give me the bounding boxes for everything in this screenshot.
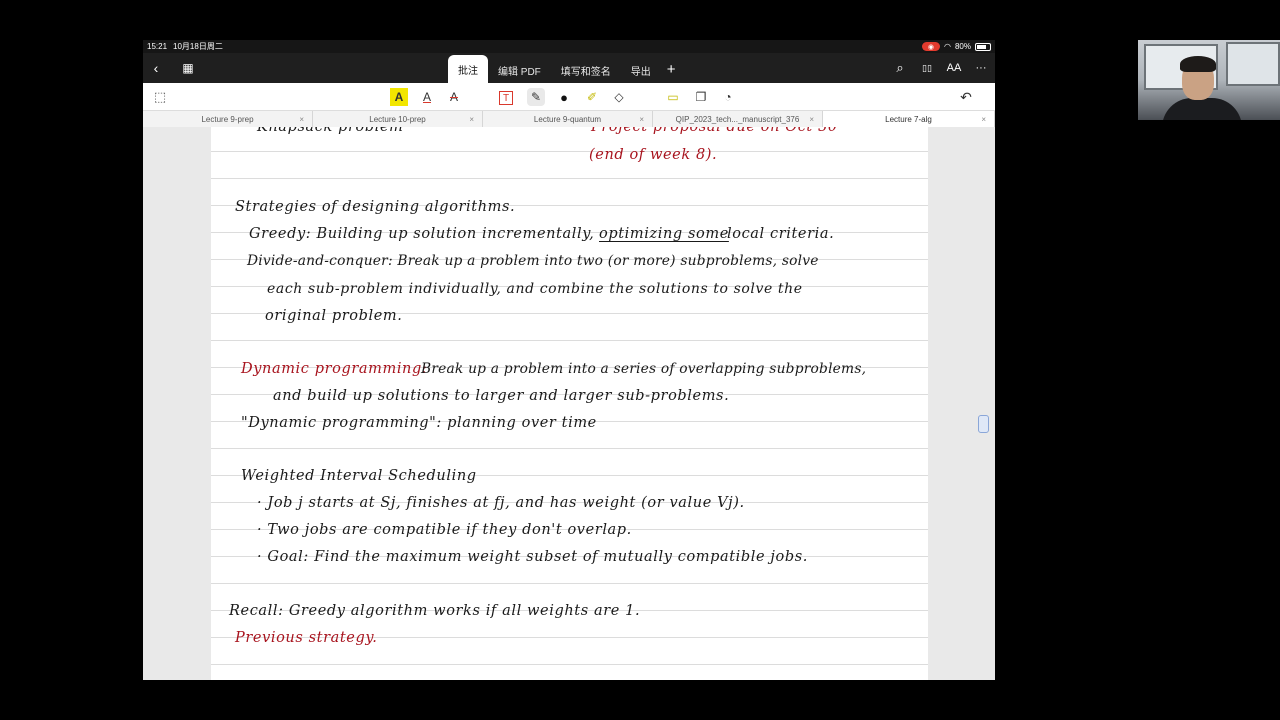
battery-icon [975, 42, 991, 51]
presenter-body [1162, 98, 1242, 120]
strikethrough-text-icon[interactable]: A [445, 88, 463, 106]
handwriting-line: each sub-problem individually, and combi… [267, 281, 803, 297]
annotation-toolbar: ⬚ A A A T ✎ ● ✐ ◇ ▭ ❐ ◔ ↶ [143, 83, 995, 111]
doc-tab-label: QIP_2023_tech..._manuscript_376 [675, 115, 800, 124]
handwriting-heading: Weighted Interval Scheduling [241, 468, 477, 484]
comment-icon[interactable]: ▭ [664, 88, 682, 106]
doc-tab[interactable]: QIP_2023_tech..._manuscript_376 × [653, 111, 823, 128]
close-icon[interactable]: × [299, 115, 304, 124]
text-size-icon[interactable]: AA [943, 53, 965, 83]
handwriting-line: and build up solutions to larger and lar… [273, 388, 730, 404]
shapes-icon[interactable]: ❐ [692, 88, 710, 106]
handwriting-line: original problem. [265, 308, 403, 324]
handwriting-line: "Dynamic programming": planning over tim… [241, 415, 597, 431]
tab-annotate[interactable]: 批注 [448, 55, 488, 83]
handwriting-line: (end of week 8). [589, 147, 718, 163]
battery-percent: 80% [954, 42, 971, 51]
scroll-handle[interactable] [978, 415, 989, 433]
search-icon[interactable]: ⌕ [889, 53, 911, 83]
note-page[interactable]: Knapsack problem Project proposal due on… [211, 127, 928, 680]
lasso-icon[interactable]: ◔ [719, 88, 737, 106]
mode-tabs: 批注 编辑 PDF 填写和签名 导出 + [448, 53, 676, 83]
close-icon[interactable]: × [639, 115, 644, 124]
doc-tab-label: Lecture 10-prep [369, 115, 426, 124]
underline-text-icon[interactable]: A [418, 88, 436, 106]
handwriting-line-red: Dynamic programming: [241, 361, 428, 377]
text-box-icon[interactable]: T [499, 91, 513, 105]
back-icon[interactable]: ‹ [145, 53, 167, 83]
handwriting-line: Project proposal due on Oct 30 [591, 127, 838, 135]
navigation-bar: ‹ ▦ 批注 编辑 PDF 填写和签名 导出 + ⌕ ▯▯ AA ··· [143, 53, 995, 83]
handwriting-line: Strategies of designing algorithms. [235, 199, 516, 215]
handwriting-line: local criteria. [727, 226, 835, 242]
doc-tab[interactable]: Lecture 9-quantum × [483, 111, 653, 128]
close-icon[interactable]: × [981, 115, 986, 124]
screen-record-indicator[interactable]: ◉ [921, 42, 940, 51]
handwriting-line: Break up a problem into a series of over… [421, 361, 867, 377]
handwriting-line: Knapsack problem [257, 127, 404, 135]
add-tool-button[interactable]: + [667, 55, 676, 83]
highlight-text-icon[interactable]: A [390, 88, 408, 106]
wifi-icon: ◠ [944, 42, 951, 51]
handwriting-line: · Job j starts at Sj, finishes at fj, an… [257, 495, 745, 511]
more-icon[interactable]: ··· [970, 53, 992, 83]
handwriting-line: Recall: Greedy algorithm works if all we… [229, 603, 641, 619]
handwriting-line: Greedy: Building up solution incremental… [249, 226, 595, 242]
ipad-screen: 15:21 10月18日周二 ◉ ◠ 80% ‹ ▦ 批注 编辑 PDF 填写和… [143, 40, 995, 680]
webcam-overlay [1138, 40, 1280, 120]
doc-tab[interactable]: Lecture 9-prep × [143, 111, 313, 128]
grid-icon[interactable]: ▦ [177, 53, 199, 83]
status-time: 15:21 [147, 42, 168, 51]
document-viewport[interactable]: Knapsack problem Project proposal due on… [143, 127, 995, 680]
handwriting-line: · Two jobs are compatible if they don't … [257, 522, 632, 538]
close-icon[interactable]: × [469, 115, 474, 124]
handwriting-line: Divide-and-conquer: Break up a problem i… [247, 253, 819, 269]
select-icon[interactable]: ⬚ [151, 88, 169, 106]
webcam-background-window [1226, 42, 1280, 86]
handwriting-line-red: Previous strategy. [235, 630, 378, 646]
tab-edit-pdf[interactable]: 编辑 PDF [488, 57, 551, 83]
close-icon[interactable]: × [809, 115, 814, 124]
color-dot-icon[interactable]: ● [555, 88, 573, 106]
handwriting-underlined: optimizing some [599, 226, 729, 242]
eraser-icon[interactable]: ◇ [610, 88, 628, 106]
doc-tab-label: Lecture 9-prep [201, 115, 254, 124]
doc-tab-label: Lecture 7-alg [885, 115, 932, 124]
doc-tab-label: Lecture 9-quantum [533, 115, 602, 124]
status-date: 10月18日周二 [173, 42, 223, 51]
tab-fill-sign[interactable]: 填写和签名 [551, 57, 621, 83]
status-bar: 15:21 10月18日周二 ◉ ◠ 80% [143, 40, 995, 53]
presenter-hair [1180, 56, 1216, 72]
doc-tab[interactable]: Lecture 10-prep × [313, 111, 483, 128]
tab-export[interactable]: 导出 [621, 57, 661, 83]
handwriting-line: · Goal: Find the maximum weight subset o… [257, 549, 808, 565]
doc-tab-active[interactable]: Lecture 7-alg × [823, 111, 995, 128]
pen-icon[interactable]: ✎ [527, 88, 545, 106]
undo-icon[interactable]: ↶ [957, 88, 975, 106]
highlighter-icon[interactable]: ✐ [583, 88, 601, 106]
book-icon[interactable]: ▯▯ [916, 53, 938, 83]
